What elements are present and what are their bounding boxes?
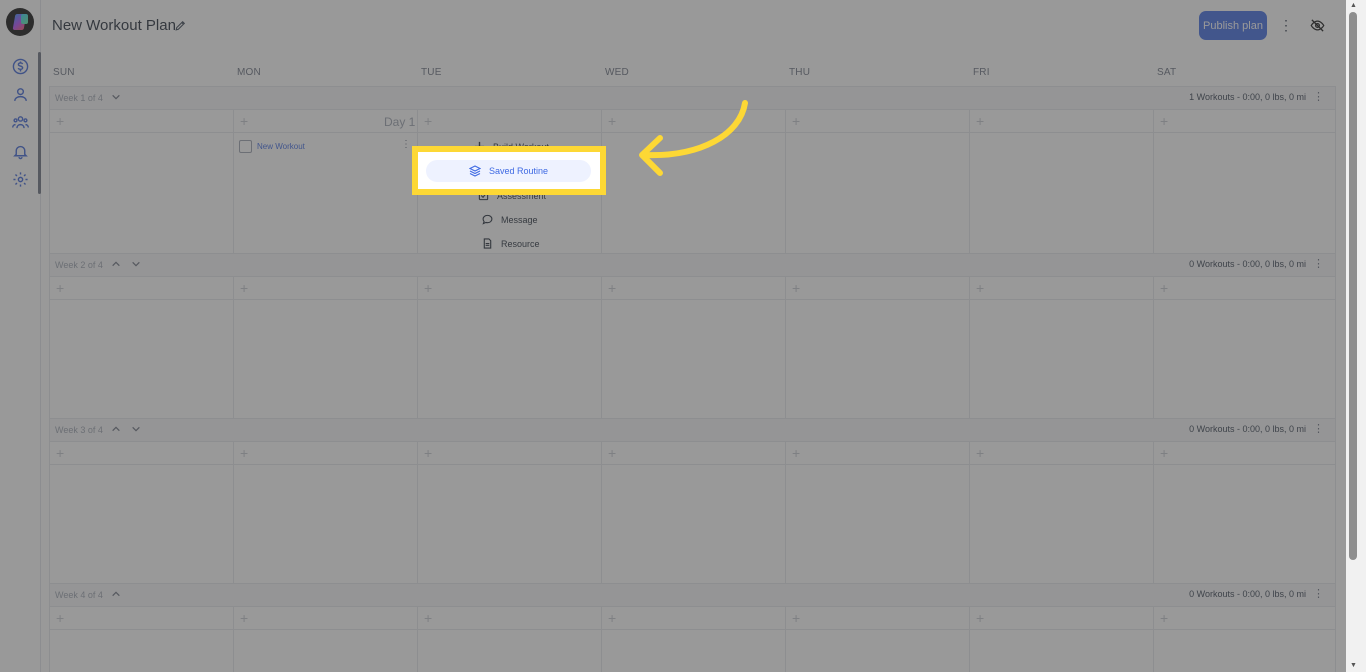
add-row: + + + + + + +	[50, 277, 1335, 300]
sidebar-scroll-indicator	[38, 52, 41, 194]
chevron-down-icon[interactable]	[130, 423, 142, 435]
menu-item-label: Resource	[501, 238, 540, 249]
day-headers: SUN MON TUE WED THU FRI SAT	[49, 60, 1336, 85]
day-header-fri: FRI	[973, 67, 990, 78]
add-sun-icon[interactable]: +	[56, 611, 64, 625]
week-summary: 0 Workouts - 0:00, 0 lbs, 0 mi	[1189, 259, 1306, 269]
add-thu-icon[interactable]: +	[792, 281, 800, 295]
add-sat-icon[interactable]: +	[1160, 446, 1168, 460]
workout-checkbox[interactable]	[239, 139, 252, 153]
add-sat-icon[interactable]: +	[1160, 281, 1168, 295]
add-sun-icon[interactable]: +	[56, 281, 64, 295]
add-mon-icon[interactable]: +	[240, 281, 248, 295]
add-tue-icon[interactable]: +	[424, 446, 432, 460]
add-sun-icon[interactable]: +	[56, 114, 64, 128]
more-vertical-icon[interactable]: ⋮	[1278, 16, 1294, 34]
add-tue-icon[interactable]: +	[424, 611, 432, 625]
gear-icon[interactable]	[11, 170, 29, 188]
week-more-icon[interactable]: ⋮	[1313, 587, 1324, 600]
app-logo[interactable]	[6, 8, 34, 36]
add-mon-icon[interactable]: +	[240, 611, 248, 625]
week-summary: 0 Workouts - 0:00, 0 lbs, 0 mi	[1189, 589, 1306, 599]
message-icon	[482, 214, 493, 225]
add-wed-icon[interactable]: +	[608, 281, 616, 295]
add-thu-icon[interactable]: +	[792, 611, 800, 625]
day-header-sat: SAT	[1157, 67, 1177, 78]
week-more-icon[interactable]: ⋮	[1313, 90, 1324, 103]
day-header-tue: TUE	[421, 67, 442, 78]
week-more-icon[interactable]: ⋮	[1313, 422, 1324, 435]
week-2: Week 2 of 4 0 Workouts - 0:00, 0 lbs, 0 …	[49, 253, 1336, 419]
scroll-up-icon[interactable]: ▲	[1350, 2, 1357, 9]
dollar-icon[interactable]	[11, 57, 29, 75]
week-label: Week 4 of 4	[55, 590, 103, 600]
add-row: + + + + + + +	[50, 607, 1335, 630]
add-fri-icon[interactable]: +	[976, 446, 984, 460]
publish-plan-button[interactable]: Publish plan	[1199, 11, 1267, 40]
week-label: Week 2 of 4	[55, 260, 103, 270]
week-4: Week 4 of 4 0 Workouts - 0:00, 0 lbs, 0 …	[49, 583, 1336, 672]
add-thu-icon[interactable]: +	[792, 446, 800, 460]
menu-item-message[interactable]: Message	[482, 214, 538, 225]
add-sat-icon[interactable]: +	[1160, 114, 1168, 128]
week-more-icon[interactable]: ⋮	[1313, 257, 1324, 270]
add-fri-icon[interactable]: +	[976, 281, 984, 295]
scroll-down-icon[interactable]: ▼	[1350, 662, 1357, 669]
user-icon[interactable]	[11, 85, 29, 103]
workout-more-icon[interactable]: ⋮	[401, 139, 411, 150]
add-mon-icon[interactable]: +	[240, 446, 248, 460]
add-sat-icon[interactable]: +	[1160, 611, 1168, 625]
week-3: Week 3 of 4 0 Workouts - 0:00, 0 lbs, 0 …	[49, 418, 1336, 584]
add-mon-icon[interactable]: +	[240, 114, 248, 128]
week-label: Week 3 of 4	[55, 425, 103, 435]
menu-item-label: Message	[501, 214, 538, 225]
document-icon	[483, 238, 492, 249]
week-bar: Week 3 of 4 0 Workouts - 0:00, 0 lbs, 0 …	[50, 419, 1335, 442]
day-header-wed: WED	[605, 67, 629, 78]
scrollbar-thumb[interactable]	[1349, 12, 1357, 560]
chevron-up-icon[interactable]	[110, 258, 122, 270]
bell-icon[interactable]	[11, 142, 29, 160]
add-tue-icon[interactable]: +	[424, 114, 432, 128]
day-label: Day 1	[384, 115, 416, 129]
pointer-arrow-icon	[639, 100, 748, 176]
menu-item-resource[interactable]: Resource	[482, 238, 540, 249]
page-header: New Workout Plan Publish plan ⋮	[41, 0, 1346, 52]
highlight-box	[412, 146, 606, 195]
day-header-thu: THU	[789, 67, 811, 78]
pencil-icon[interactable]	[172, 17, 188, 33]
users-icon[interactable]	[11, 113, 29, 131]
chevron-down-icon[interactable]	[130, 258, 142, 270]
chevron-up-icon[interactable]	[110, 423, 122, 435]
add-wed-icon[interactable]: +	[608, 446, 616, 460]
week-bar: Week 2 of 4 0 Workouts - 0:00, 0 lbs, 0 …	[50, 254, 1335, 277]
day-header-sun: SUN	[53, 67, 75, 78]
add-fri-icon[interactable]: +	[976, 611, 984, 625]
add-sun-icon[interactable]: +	[56, 446, 64, 460]
week-label: Week 1 of 4	[55, 93, 103, 103]
add-wed-icon[interactable]: +	[608, 114, 616, 128]
workout-name[interactable]: New Workout	[257, 142, 305, 151]
workout-item[interactable]: New Workout	[239, 139, 305, 153]
add-wed-icon[interactable]: +	[608, 611, 616, 625]
page-title: New Workout Plan	[52, 17, 176, 34]
week-summary: 1 Workouts - 0:00, 0 lbs, 0 mi	[1189, 92, 1306, 102]
sidebar	[0, 0, 41, 672]
add-thu-icon[interactable]: +	[792, 114, 800, 128]
add-fri-icon[interactable]: +	[976, 114, 984, 128]
week-summary: 0 Workouts - 0:00, 0 lbs, 0 mi	[1189, 424, 1306, 434]
week-bar: Week 4 of 4 0 Workouts - 0:00, 0 lbs, 0 …	[50, 584, 1335, 607]
add-row: + + + + + + +	[50, 442, 1335, 465]
chevron-up-icon[interactable]	[110, 588, 122, 600]
eye-off-icon[interactable]	[1308, 16, 1326, 34]
day-header-mon: MON	[237, 67, 261, 78]
chevron-down-icon[interactable]	[110, 91, 122, 103]
add-tue-icon[interactable]: +	[424, 281, 432, 295]
